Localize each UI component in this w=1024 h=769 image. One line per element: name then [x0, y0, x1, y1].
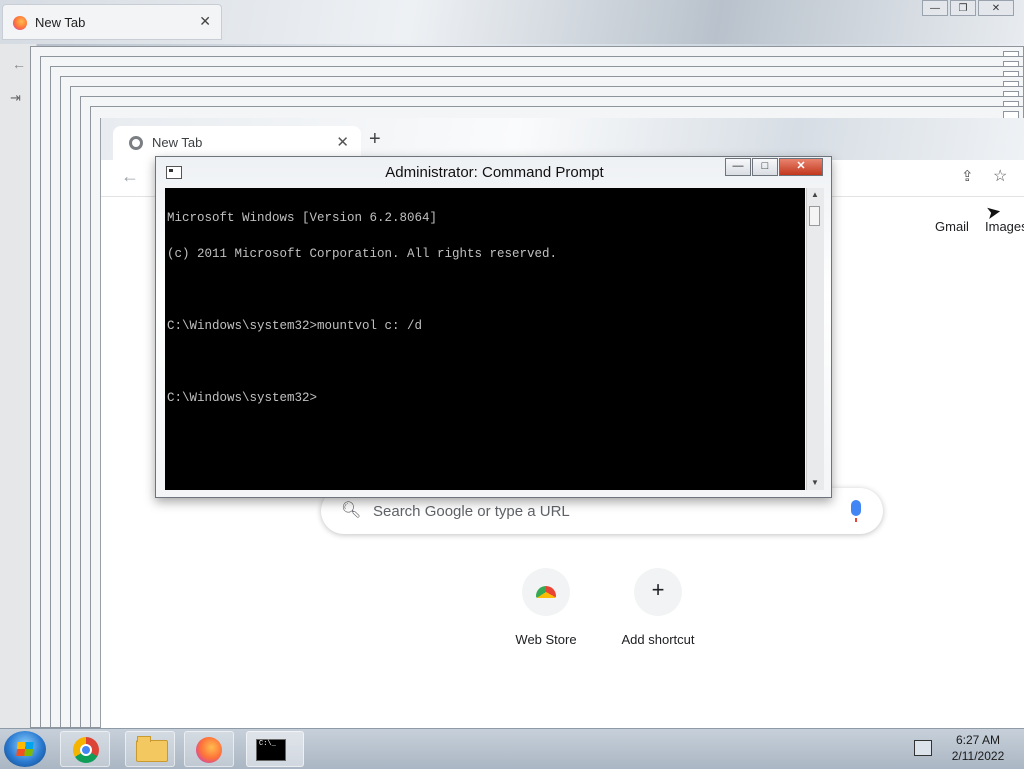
web-store-icon: [536, 586, 556, 598]
plus-icon: +: [651, 577, 665, 602]
windows-logo-icon: [16, 742, 34, 756]
network-icon[interactable]: [914, 740, 932, 756]
scroll-down-icon[interactable]: ▼: [811, 478, 819, 487]
shortcut-label: Add shortcut: [621, 632, 695, 647]
chrome-tab-bar: New Tab ✕ +: [101, 118, 1024, 160]
back-arrow-icon[interactable]: ←: [121, 166, 139, 187]
console-line: C:\Windows\system32>: [167, 391, 318, 405]
folder-icon: [136, 736, 168, 762]
command-prompt-window[interactable]: Administrator: Command Prompt — □ ✕ Micr…: [155, 156, 832, 498]
firefox-tab-title: New Tab: [35, 15, 86, 30]
firefox-close-button[interactable]: ✕: [978, 0, 1014, 16]
firefox-icon: [196, 737, 222, 763]
new-tab-button[interactable]: +: [369, 128, 381, 151]
web-store-tile: [522, 568, 570, 616]
firefox-icon: [13, 16, 27, 30]
console-line: C:\Windows\system32>mountvol c: /d: [167, 319, 423, 333]
firefox-window-controls: — ❐ ✕: [922, 0, 1016, 18]
back-arrow-icon[interactable]: ←: [12, 56, 26, 72]
console-line: (c) 2011 Microsoft Corporation. All righ…: [167, 247, 558, 261]
taskbar-explorer-button[interactable]: [125, 731, 175, 767]
gmail-link[interactable]: Gmail: [935, 219, 969, 234]
firefox-minimize-button[interactable]: —: [922, 0, 948, 16]
firefox-tab-close-icon[interactable]: ✕: [199, 13, 211, 30]
clock-date: 2/11/2022: [951, 749, 1005, 763]
chrome-tab-title: New Tab: [152, 135, 203, 150]
cmd-minimize-button[interactable]: —: [725, 158, 751, 176]
console-line: Microsoft Windows [Version 6.2.8064]: [167, 211, 438, 225]
scroll-thumb[interactable]: [809, 206, 820, 226]
taskbar-cmd-button[interactable]: C:\_: [246, 731, 304, 767]
shortcut-web-store[interactable]: Web Store: [501, 568, 591, 647]
chrome-icon: [129, 136, 143, 150]
shortcut-add[interactable]: + Add shortcut: [613, 568, 703, 647]
windows-start-icon[interactable]: [4, 731, 46, 767]
cmd-window-controls: — □ ✕: [725, 158, 823, 176]
clock-time: 6:27 AM: [955, 733, 1001, 747]
cmd-close-button[interactable]: ✕: [779, 158, 823, 176]
mic-icon[interactable]: [851, 500, 861, 522]
search-icon: 🔍︎: [341, 502, 362, 519]
firefox-tab-bar: New Tab ✕ — ❐ ✕: [0, 0, 1024, 44]
taskbar-clock[interactable]: 6:27 AM 2/11/2022: [938, 732, 1018, 764]
cmd-maximize-button[interactable]: □: [752, 158, 778, 176]
shortcut-label: Web Store: [515, 632, 577, 647]
scroll-up-icon[interactable]: ▲: [811, 190, 819, 199]
chrome-tab[interactable]: New Tab ✕: [113, 126, 361, 160]
cmd-icon: C:\_: [256, 739, 286, 761]
chrome-icon: [73, 737, 99, 763]
taskbar: C:\_ 6:27 AM 2/11/2022: [0, 728, 1024, 769]
star-icon[interactable]: ☆: [993, 166, 1007, 186]
console-output[interactable]: Microsoft Windows [Version 6.2.8064] (c)…: [165, 188, 805, 490]
cmd-scrollbar[interactable]: ▲ ▼: [806, 188, 824, 490]
firefox-maximize-button[interactable]: ❐: [950, 0, 976, 16]
taskbar-chrome-button[interactable]: [60, 731, 110, 767]
firefox-tab[interactable]: New Tab ✕: [2, 4, 222, 40]
share-icon[interactable]: ⇪: [961, 167, 974, 185]
chrome-tab-close-icon[interactable]: ✕: [336, 133, 349, 151]
sign-in-icon[interactable]: ⇥: [10, 90, 21, 106]
search-placeholder: Search Google or type a URL: [373, 503, 570, 520]
taskbar-firefox-button[interactable]: [184, 731, 234, 767]
add-shortcut-tile: +: [634, 568, 682, 616]
mouse-pointer-icon: ➤: [984, 200, 1003, 224]
